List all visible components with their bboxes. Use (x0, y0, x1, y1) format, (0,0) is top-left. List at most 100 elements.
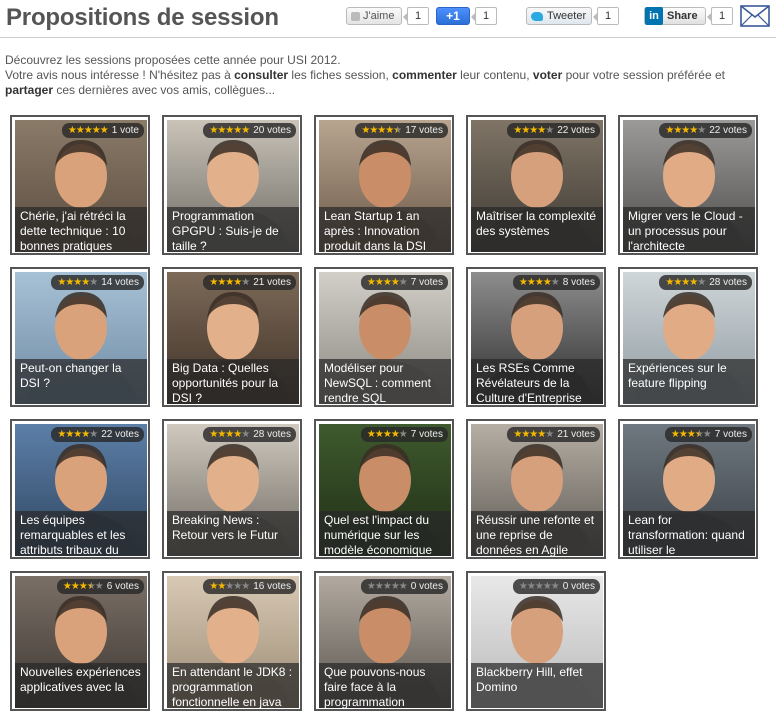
session-card[interactable]: ★★★★★ 22 votes Maîtriser la complexité des… (466, 115, 606, 255)
intro-text-part: ces dernières avec vos amis, collègues..… (53, 83, 276, 97)
speaker-photo: ★★★★★ 8 votes Les RSEs Comme Révélateurs d… (471, 272, 603, 404)
session-card[interactable]: ★★★★★ 7 votes Modéliser pour NewSQL : comm… (314, 267, 454, 407)
rating-badge: ★★★★★ 7 votes (664, 427, 752, 442)
session-title[interactable]: Expériences sur le feature flipping (623, 359, 755, 404)
rating-badge: ★★★★★ 28 votes (659, 275, 752, 290)
vote-count: 7 votes (410, 277, 443, 288)
star-rating-icon: ★★★★★ (57, 429, 98, 440)
session-card[interactable]: ★★★★★ 22 votes Les équipes remarquables et… (10, 419, 150, 559)
speaker-photo: ★★★★★ 22 votes Les équipes remarquables et… (15, 424, 147, 556)
session-title[interactable]: Big Data : Quelles opportunités pour la … (167, 359, 299, 404)
page-header: Propositions de session J'aime 1 +1 1 Tw… (0, 0, 776, 38)
intro-bold-voter: voter (532, 68, 563, 82)
thumbs-up-icon (351, 11, 360, 21)
mail-icon[interactable] (740, 5, 770, 27)
session-card[interactable]: ★★★★★ 1 vote Chérie, j'ai rétréci la dette… (10, 115, 150, 255)
rating-badge: ★★★★★ 22 votes (659, 123, 752, 138)
session-title[interactable]: Chérie, j'ai rétréci la dette technique … (15, 207, 147, 252)
session-title[interactable]: Modéliser pour NewSQL : comment rendre S… (319, 359, 451, 404)
speaker-photo: ★★★★★ 6 votes Nouvelles expériences applic… (15, 576, 147, 708)
session-card[interactable]: ★★★★★ 7 votes Lean for transformation: qua… (618, 419, 758, 559)
linkedin-widget: in Share 1 (644, 6, 733, 26)
session-card[interactable]: ★★★★★ 16 votes En attendant le JDK8 : prog… (162, 571, 302, 711)
rating-badge: ★★★★★ 16 votes (203, 579, 296, 594)
vote-count: 14 votes (101, 277, 139, 288)
intro-text-part: pour votre session préférée et (562, 68, 725, 82)
session-card[interactable]: ★★★★★ 0 votes Blackberry Hill, effet Domin… (466, 571, 606, 711)
vote-count: 16 votes (253, 581, 291, 592)
star-rating-icon: ★★★★★ (209, 429, 250, 440)
rating-badge: ★★★★★ 0 votes (360, 579, 448, 594)
rating-badge: ★★★★★ 22 votes (51, 427, 144, 442)
star-rating-icon: ★★★★★ (57, 277, 98, 288)
session-card[interactable]: ★★★★★ 21 votes Réussir une refonte et une … (466, 419, 606, 559)
vote-count: 22 votes (709, 125, 747, 136)
session-card[interactable]: ★★★★★ 7 votes Quel est l'impact du numériq… (314, 419, 454, 559)
vote-count: 1 vote (111, 125, 139, 136)
rating-badge: ★★★★★ 1 vote (61, 123, 144, 138)
speaker-photo: ★★★★★ 0 votes Blackberry Hill, effet Domin… (471, 576, 603, 708)
vote-count: 22 votes (557, 125, 595, 136)
session-card[interactable]: ★★★★★ 21 votes Big Data : Quelles opportun… (162, 267, 302, 407)
session-card[interactable]: ★★★★★ 14 votes Peut-on changer la DSI ? (10, 267, 150, 407)
session-title[interactable]: Lean Startup 1 an après : Innovation pro… (319, 207, 451, 252)
session-title[interactable]: Nouvelles expériences applicatives avec … (15, 663, 147, 708)
session-title[interactable]: Quel est l'impact du numérique sur les m… (319, 511, 451, 556)
star-rating-icon: ★★★★★ (209, 125, 250, 136)
session-card[interactable]: ★★★★★ 22 votes Migrer vers le Cloud - un p… (618, 115, 758, 255)
speaker-photo: ★★★★★ 14 votes Peut-on changer la DSI ? (15, 272, 147, 404)
twitter-bird-icon (531, 11, 543, 21)
speaker-photo: ★★★★★ 22 votes Maîtriser la complexité des… (471, 120, 603, 252)
star-rating-icon: ★★★★★ (518, 277, 560, 288)
session-title[interactable]: Les équipes remarquables et les attribut… (15, 511, 147, 556)
session-title[interactable]: Réussir une refonte et une reprise de do… (471, 511, 603, 556)
gplus-count: 1 (471, 7, 497, 25)
session-card[interactable]: ★★★★★ 6 votes Nouvelles expériences applic… (10, 571, 150, 711)
vote-count: 28 votes (709, 277, 747, 288)
session-card[interactable]: ★★★★★ 20 votes Programmation GPGPU : Suis-… (162, 115, 302, 255)
session-title[interactable]: Breaking News : Retour vers le Futur (167, 511, 299, 556)
speaker-photo: ★★★★★ 1 vote Chérie, j'ai rétréci la dette… (15, 120, 147, 252)
session-title[interactable]: Les RSEs Comme Révélateurs de la Culture… (471, 359, 603, 404)
vote-count: 21 votes (557, 429, 595, 440)
page-title: Propositions de session (6, 4, 279, 31)
session-card[interactable]: ★★★★★ 0 votes Que pouvons-nous faire face … (314, 571, 454, 711)
speaker-photo: ★★★★★ 20 votes Programmation GPGPU : Suis-… (167, 120, 299, 252)
star-rating-icon: ★★★★★ (62, 581, 104, 592)
rating-badge: ★★★★★ 0 votes (512, 579, 600, 594)
session-title[interactable]: Migrer vers le Cloud - un processus pour… (623, 207, 755, 252)
session-title[interactable]: Lean for transformation: quand utiliser … (623, 511, 755, 556)
session-card[interactable]: ★★★★★ 8 votes Les RSEs Comme Révélateurs d… (466, 267, 606, 407)
intro-line1: Découvrez les sessions proposées cette a… (5, 53, 341, 67)
intro-text: Découvrez les sessions proposées cette a… (5, 53, 765, 98)
session-card[interactable]: ★★★★★ 17 votes Lean Startup 1 an après : I… (314, 115, 454, 255)
session-card[interactable]: ★★★★★ 28 votes Breaking News : Retour vers… (162, 419, 302, 559)
vote-count: 28 votes (253, 429, 291, 440)
gplus-button[interactable]: +1 (436, 7, 470, 25)
session-title[interactable]: Peut-on changer la DSI ? (15, 359, 147, 404)
rating-badge: ★★★★★ 22 votes (507, 123, 600, 138)
rating-badge: ★★★★★ 21 votes (507, 427, 600, 442)
facebook-like-widget: J'aime 1 (346, 6, 429, 26)
star-rating-icon: ★★★★★ (665, 277, 706, 288)
rating-badge: ★★★★★ 7 votes (360, 427, 448, 442)
vote-count: 8 votes (562, 277, 595, 288)
session-title[interactable]: En attendant le JDK8 : programmation fon… (167, 663, 299, 708)
intro-line2: Votre avis nous intéresse ! N'hésitez pa… (5, 68, 765, 98)
star-rating-icon: ★★★★★ (665, 125, 706, 136)
session-title[interactable]: Maîtriser la complexité des systèmes (471, 207, 603, 252)
star-rating-icon: ★★★★★ (209, 581, 250, 592)
speaker-photo: ★★★★★ 7 votes Modéliser pour NewSQL : comm… (319, 272, 451, 404)
session-card[interactable]: ★★★★★ 28 votes Expériences sur le feature … (618, 267, 758, 407)
tweet-button[interactable]: Tweeter (526, 7, 592, 25)
intro-bold-consulter: consulter (234, 68, 289, 82)
vote-count: 22 votes (101, 429, 139, 440)
session-title[interactable]: Programmation GPGPU : Suis-je de taille … (167, 207, 299, 252)
rating-badge: ★★★★★ 21 votes (203, 275, 296, 290)
session-title[interactable]: Blackberry Hill, effet Domino (471, 663, 603, 708)
star-rating-icon: ★★★★★ (361, 125, 402, 136)
session-title[interactable]: Que pouvons-nous faire face à la program… (319, 663, 451, 708)
facebook-like-button[interactable]: J'aime (346, 7, 402, 25)
linkedin-share-button[interactable]: in Share (644, 7, 706, 25)
speaker-photo: ★★★★★ 22 votes Migrer vers le Cloud - un p… (623, 120, 755, 252)
